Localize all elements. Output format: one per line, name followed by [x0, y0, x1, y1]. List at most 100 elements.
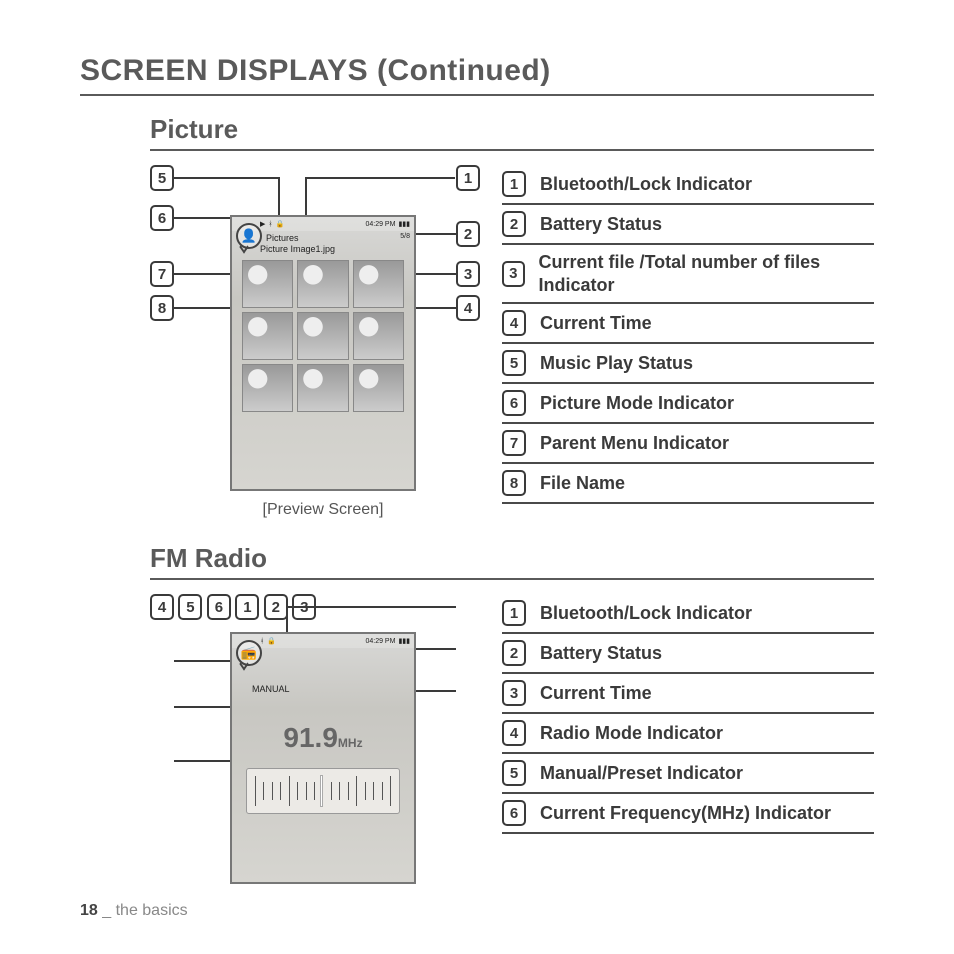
legend-text: Parent Menu Indicator	[540, 432, 729, 455]
legend-row: 2 Battery Status	[502, 205, 874, 245]
clock-text: 04:29 PM	[365, 638, 395, 645]
legend-text: File Name	[540, 472, 625, 495]
frequency-display: 91.9MHz	[232, 722, 414, 754]
fm-diagram: 4 5 6 1 2 3	[150, 594, 480, 894]
picture-mode-icon: 👤	[236, 223, 262, 249]
callout-7: 7	[150, 261, 174, 287]
legend-text: Bluetooth/Lock Indicator	[540, 602, 752, 625]
legend-text: Current Time	[540, 682, 652, 705]
thumbnail-grid	[242, 260, 404, 412]
page-title: SCREEN DISPLAYS (Continued)	[80, 54, 874, 88]
callout-8: 8	[150, 295, 174, 321]
callout-3: 3	[456, 261, 480, 287]
legend-num: 6	[502, 800, 526, 826]
picture-heading: Picture	[150, 114, 874, 145]
play-icon: ▶	[260, 220, 265, 228]
thumbnail	[242, 364, 293, 412]
lock-icon: 🔒	[267, 637, 276, 645]
legend-num: 8	[502, 470, 526, 496]
legend-row: 1 Bluetooth/Lock Indicator	[502, 594, 874, 634]
divider	[150, 578, 874, 580]
legend-text: Current Time	[540, 312, 652, 335]
callout-4: 4	[150, 594, 174, 620]
file-name-label: Picture Image1.jpg	[260, 244, 414, 254]
thumbnail	[242, 312, 293, 360]
legend-row: 5 Music Play Status	[502, 344, 874, 384]
thumbnail	[353, 312, 404, 360]
legend-num: 1	[502, 171, 526, 197]
legend-row: 4 Current Time	[502, 304, 874, 344]
legend-row: 3 Current file /Total number of files Ind…	[502, 245, 874, 304]
legend-num: 3	[502, 261, 525, 287]
battery-icon: ▮▮▮	[398, 637, 410, 645]
legend-num: 1	[502, 600, 526, 626]
callout-1: 1	[456, 165, 480, 191]
frequency-unit: MHz	[338, 736, 363, 750]
callout-2: 2	[264, 594, 288, 620]
bluetooth-icon: ᚼ	[268, 221, 272, 228]
picture-legend: 1 Bluetooth/Lock Indicator 2 Battery Statu…	[502, 165, 874, 504]
fm-legend: 1 Bluetooth/Lock Indicator 2 Battery Statu…	[502, 594, 874, 834]
callout-5: 5	[150, 165, 174, 191]
fm-heading: FM Radio	[150, 543, 874, 574]
radio-mode-icon: 📻	[236, 640, 262, 666]
page-footer: 18 _ the basics	[80, 902, 188, 920]
legend-num: 4	[502, 720, 526, 746]
battery-icon: ▮▮▮	[398, 220, 410, 228]
picture-section: Picture 5 6 7 8 1 2 3 4	[150, 114, 874, 515]
picture-diagram: 5 6 7 8 1 2 3 4	[150, 165, 480, 515]
legend-text: Bluetooth/Lock Indicator	[540, 173, 752, 196]
legend-text: Battery Status	[540, 213, 662, 236]
legend-text: Battery Status	[540, 642, 662, 665]
legend-num: 5	[502, 760, 526, 786]
legend-row: 2 Battery Status	[502, 634, 874, 674]
footer-label: the basics	[116, 902, 188, 919]
callout-6: 6	[207, 594, 231, 620]
legend-num: 5	[502, 350, 526, 376]
legend-text: Current file /Total number of files Indi…	[539, 251, 875, 296]
legend-row: 8 File Name	[502, 464, 874, 504]
divider	[150, 149, 874, 151]
legend-text: Current Frequency(MHz) Indicator	[540, 802, 831, 825]
legend-text: Music Play Status	[540, 352, 693, 375]
page-number: 18	[80, 902, 98, 919]
legend-row: 6 Current Frequency(MHz) Indicator	[502, 794, 874, 834]
legend-text: Manual/Preset Indicator	[540, 762, 743, 785]
callout-5: 5	[178, 594, 202, 620]
legend-row: 3 Current Time	[502, 674, 874, 714]
legend-num: 2	[502, 640, 526, 666]
legend-row: 6 Picture Mode Indicator	[502, 384, 874, 424]
thumbnail	[353, 260, 404, 308]
lock-icon: 🔒	[276, 220, 285, 228]
thumbnail	[242, 260, 293, 308]
callout-6: 6	[150, 205, 174, 231]
thumbnail	[353, 364, 404, 412]
thumbnail	[297, 260, 348, 308]
callout-4: 4	[456, 295, 480, 321]
frequency-value: 91.9	[283, 722, 338, 753]
legend-num: 3	[502, 680, 526, 706]
bluetooth-icon: ᚼ	[260, 638, 264, 645]
legend-text: Picture Mode Indicator	[540, 392, 734, 415]
manual-preset-label: MANUAL	[252, 684, 414, 694]
legend-text: Radio Mode Indicator	[540, 722, 723, 745]
legend-num: 4	[502, 310, 526, 336]
callout-2: 2	[456, 221, 480, 247]
clock-text: 04:29 PM	[365, 221, 395, 228]
fm-section: FM Radio 4 5 6 1 2 3	[150, 543, 874, 894]
legend-num: 6	[502, 390, 526, 416]
legend-num: 7	[502, 430, 526, 456]
divider	[80, 94, 874, 96]
legend-row: 7 Parent Menu Indicator	[502, 424, 874, 464]
legend-num: 2	[502, 211, 526, 237]
legend-row: 5 Manual/Preset Indicator	[502, 754, 874, 794]
legend-row: 1 Bluetooth/Lock Indicator	[502, 165, 874, 205]
thumbnail	[297, 364, 348, 412]
footer-separator: _	[102, 902, 115, 919]
tuning-dial	[246, 768, 400, 814]
diagram-caption: [Preview Screen]	[230, 501, 416, 519]
device-preview: ▶ ᚼ 🔒 04:29 PM ▮▮▮ 👤 Pictures 5/8	[230, 215, 416, 491]
thumbnail	[297, 312, 348, 360]
legend-row: 4 Radio Mode Indicator	[502, 714, 874, 754]
device-fm: ᚼ 🔒 04:29 PM ▮▮▮ 📻 MANUAL 91.9MHz	[230, 632, 416, 884]
